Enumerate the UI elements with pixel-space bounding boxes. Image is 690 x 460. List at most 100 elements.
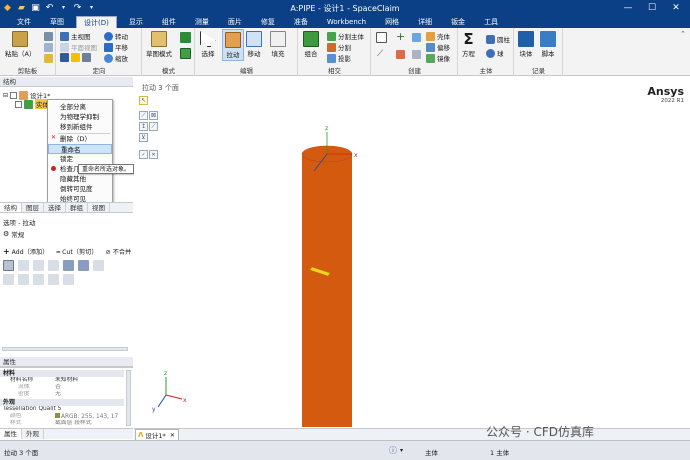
close-button[interactable]: ✕ <box>664 1 688 15</box>
menu-item-delete[interactable]: 删除（D） <box>48 134 112 144</box>
rotate-button[interactable]: 转动 <box>104 31 128 41</box>
tab-appearance[interactable]: 外观 <box>22 429 44 439</box>
tab-views[interactable]: 视图 <box>88 203 110 212</box>
expand-icon[interactable]: ⊟ <box>3 92 8 99</box>
info-icon[interactable]: ⓘ <box>389 445 397 456</box>
tab-display[interactable]: 显示 <box>122 16 150 28</box>
pull-both-icon[interactable] <box>3 260 14 271</box>
plane-icon[interactable] <box>376 32 387 43</box>
child-visibility-checkbox[interactable] <box>15 100 22 108</box>
menu-item-move-new-component[interactable]: 移到新组件 <box>48 122 112 132</box>
origin-icon[interactable] <box>396 50 405 59</box>
pull-up-to-icon[interactable] <box>63 260 74 271</box>
fill-button[interactable]: 填充 <box>270 31 286 58</box>
menu-item-hide-others[interactable]: 隐藏其他 <box>48 174 112 184</box>
tab-facets[interactable]: 面片 <box>221 16 249 28</box>
combine-button[interactable]: 组合 <box>303 31 319 58</box>
tab-prepare[interactable]: 准备 <box>287 16 315 28</box>
tab-design[interactable]: 设计(D) <box>76 16 117 28</box>
pull-copy-icon[interactable] <box>78 260 89 271</box>
format-painter-icon[interactable] <box>44 54 53 63</box>
options-section[interactable]: ⚙ 常规 <box>3 229 24 239</box>
prop-color[interactable]: 颜色 ARGB: 255, 143, 17 <box>0 413 124 420</box>
cut-icon[interactable] <box>44 32 53 41</box>
pull-ruled-icon[interactable] <box>18 260 29 271</box>
tab-structure[interactable]: 结构 <box>0 203 22 212</box>
prop-tessellation[interactable]: Tessellation Qualit 5 <box>0 406 124 413</box>
menu-item-lock[interactable]: 锁定 <box>48 154 112 164</box>
cut-option[interactable]: ━ Cut（剪切） <box>56 247 97 256</box>
sweep-icon[interactable] <box>33 274 44 285</box>
project-button[interactable]: 投影 <box>327 53 351 63</box>
tab-file[interactable]: 文件 <box>10 16 38 28</box>
viewport[interactable]: 拉动 3 个面 Ansys 2022 R1 ↖ ⟋ ⊠ ↥ ⟋ ⊻ ✓ ✕ x … <box>134 77 690 427</box>
cylinder-body[interactable] <box>302 154 352 427</box>
prop-density[interactable]: 密度 无 <box>0 391 124 398</box>
revolve-icon[interactable] <box>18 274 29 285</box>
menu-item-detach-all[interactable]: 全部分离 <box>48 102 112 112</box>
line-icon[interactable]: ⟋ <box>377 49 383 59</box>
shell-button[interactable]: 壳体 <box>426 31 450 41</box>
tab-selection[interactable]: 选择 <box>44 203 66 212</box>
props-section-appearance[interactable]: 外观 <box>0 399 124 406</box>
minimize-button[interactable]: — <box>616 1 640 15</box>
tab-workbench[interactable]: Workbench <box>320 16 373 28</box>
tree-child[interactable]: 实体 <box>15 99 50 109</box>
status-dropdown-icon[interactable]: ▾ <box>400 447 403 454</box>
plane-view-button[interactable]: 平面视图 <box>60 42 97 52</box>
draft-icon[interactable] <box>48 274 59 285</box>
section-mode-icon[interactable] <box>180 32 191 43</box>
axis-icon[interactable]: + <box>396 30 405 43</box>
pan-button[interactable]: 平移 <box>104 42 128 52</box>
tab-mesh[interactable]: 网格 <box>378 16 406 28</box>
tab-groups[interactable]: 群组 <box>66 203 88 212</box>
sphere-button[interactable]: 球 <box>486 48 504 58</box>
tab-measure[interactable]: 测量 <box>188 16 216 28</box>
3d-mode-icon[interactable] <box>180 48 191 59</box>
block-button[interactable]: 块体 <box>518 31 534 58</box>
sketch-mode-button[interactable]: 草图模式 <box>146 31 172 58</box>
tab-sheetmetal[interactable]: 钣金 <box>444 16 472 28</box>
prop-style[interactable]: 样式 截面层 段样式 <box>0 420 124 427</box>
equation-button[interactable]: Σ 方程 <box>462 31 475 58</box>
copy-icon[interactable] <box>44 43 53 52</box>
props-scrollbar[interactable] <box>126 370 131 426</box>
tab-repair[interactable]: 修复 <box>254 16 282 28</box>
tab-sketch[interactable]: 草图 <box>43 16 71 28</box>
props-section-material[interactable]: 材料 <box>0 370 124 377</box>
view-cube-button[interactable] <box>60 53 91 62</box>
maximize-button[interactable]: ☐ <box>640 1 664 15</box>
no-merge-option[interactable]: ⊘ 不合并 <box>106 247 132 256</box>
tab-detail[interactable]: 详细 <box>411 16 439 28</box>
prop-fluid[interactable]: 流体 否 <box>0 384 124 391</box>
pull-rotate-icon[interactable] <box>48 260 59 271</box>
menu-item-invert-visibility[interactable]: 倒转可见度 <box>48 184 112 194</box>
split-button[interactable]: 分割 <box>327 42 351 52</box>
cylinder-button[interactable]: 圆柱 <box>486 34 510 44</box>
tab-assembly[interactable]: 组件 <box>155 16 183 28</box>
extrude-icon[interactable] <box>3 274 14 285</box>
offset-button[interactable]: 偏移 <box>426 42 450 52</box>
zoom-button[interactable]: 缩放 <box>104 53 128 63</box>
menu-item-suppress-physics[interactable]: 为物理学抑制 <box>48 112 112 122</box>
options-scrollbar[interactable] <box>2 347 128 351</box>
prop-material-name[interactable]: 材料名称 未知材料 <box>0 377 124 384</box>
blend-icon[interactable] <box>63 274 74 285</box>
pull-no-merge-icon[interactable] <box>33 260 44 271</box>
menu-item-rename[interactable]: 重命名 <box>48 144 112 154</box>
add-option[interactable]: + Add（添加） <box>3 247 48 256</box>
doc-tab-design1[interactable]: Λ 设计1* ✕ <box>135 429 179 440</box>
mirror-button[interactable]: 镜像 <box>426 53 450 63</box>
tab-layers[interactable]: 图层 <box>22 203 44 212</box>
model-view[interactable]: x z z x y <box>134 77 690 427</box>
point-icon[interactable] <box>412 33 421 42</box>
pattern-icon[interactable] <box>412 50 421 59</box>
home-view-button[interactable]: 主视图 <box>60 31 91 41</box>
pull-button[interactable]: 拉动 <box>222 29 244 61</box>
tab-tools[interactable]: 工具 <box>477 16 505 28</box>
close-tab-icon[interactable]: ✕ <box>170 432 175 439</box>
paste-button[interactable]: 粘贴（A） <box>5 31 35 58</box>
move-button[interactable]: 移动 <box>246 31 262 58</box>
root-visibility-checkbox[interactable] <box>10 91 18 99</box>
select-button[interactable]: 选择 <box>200 31 216 58</box>
